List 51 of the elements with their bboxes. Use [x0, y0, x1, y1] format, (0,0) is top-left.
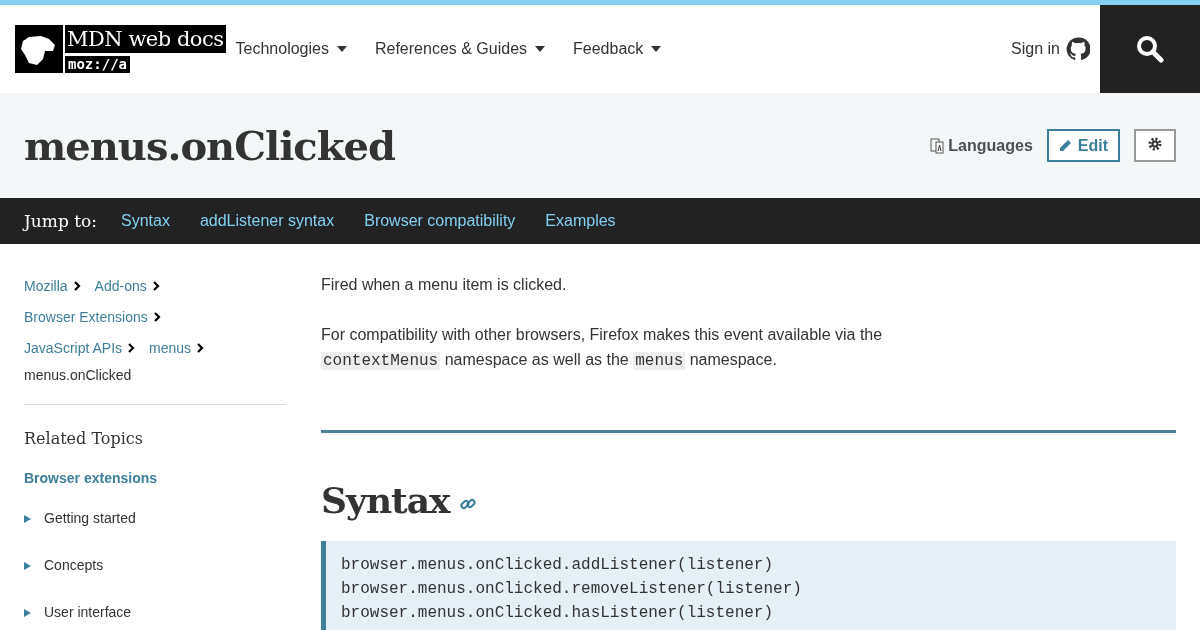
topic-toggle[interactable]: Concepts: [24, 557, 286, 604]
logo-subtext: moz://a: [65, 56, 130, 73]
nav-menu-link[interactable]: Feedback: [573, 40, 662, 58]
chevron-icon: [128, 343, 136, 353]
jump-label: Jump to:: [24, 211, 97, 231]
caret-icon: [651, 46, 662, 52]
caret-icon: [535, 46, 546, 52]
topic-toggle[interactable]: Getting started: [24, 510, 286, 557]
caret-icon: [336, 46, 347, 52]
breadcrumb-current: menus.onClicked: [24, 367, 132, 383]
chevron-icon: [152, 281, 160, 291]
code-line: browser.menus.onClicked.addListener(listener): [341, 555, 775, 576]
triangle-icon: [24, 609, 31, 617]
triangle-icon: [24, 515, 31, 523]
related-section-link[interactable]: Browser extensions: [24, 470, 286, 486]
related-topics-heading: Related Topics: [24, 429, 144, 448]
breadcrumb-link[interactable]: Browser Extensions: [24, 309, 161, 325]
jump-link[interactable]: Syntax: [120, 212, 170, 230]
pencil-icon: [1058, 139, 1072, 152]
edit-button[interactable]: Edit: [1046, 129, 1120, 162]
code-line: browser.menus.onClicked.removeListener(listener): [341, 579, 803, 600]
search-button[interactable]: [1100, 5, 1200, 93]
sign-in-link[interactable]: Sign in: [1011, 37, 1090, 61]
chevron-icon: [197, 343, 205, 353]
chevron-icon: [153, 312, 161, 322]
nav-menu-link[interactable]: Technologies: [235, 40, 347, 58]
page-title: menus.onClicked: [24, 122, 395, 169]
logo[interactable]: MDN web docs moz://a: [15, 25, 226, 73]
chevron-icon: [73, 281, 81, 291]
topic-toggle[interactable]: User interface: [24, 604, 286, 630]
search-icon: [1136, 35, 1164, 63]
github-icon: [1066, 37, 1090, 61]
translate-icon: [930, 137, 945, 154]
breadcrumb-link[interactable]: menus: [149, 340, 205, 356]
intro-text: Fired when a menu item is clicked.: [321, 276, 568, 294]
settings-button[interactable]: [1134, 129, 1176, 162]
breadcrumb-link[interactable]: JavaScript APIs: [24, 340, 136, 356]
code-line: browser.menus.onClicked.hasListener(listener): [341, 603, 775, 624]
nav-menu-link[interactable]: References & Guides: [374, 40, 546, 58]
link-icon[interactable]: [459, 496, 476, 512]
logo-text: MDN web docs: [65, 25, 226, 53]
breadcrumb-link[interactable]: Add-ons: [94, 278, 160, 294]
jump-link[interactable]: Examples: [545, 212, 616, 230]
triangle-icon: [24, 562, 31, 570]
section-heading: Syntax: [321, 479, 450, 521]
settings-icon: [1148, 137, 1162, 151]
jump-link[interactable]: addListener syntax: [199, 212, 335, 230]
jump-link[interactable]: Browser compatibility: [364, 212, 516, 230]
languages-link[interactable]: Languages: [930, 136, 1033, 155]
breadcrumb-link[interactable]: Mozilla: [24, 278, 81, 294]
compat-paragraph: For compatibility with other browsers, Firefox makes this event available via the contextMenus namespace as well as the menus namespace.: [321, 325, 884, 372]
